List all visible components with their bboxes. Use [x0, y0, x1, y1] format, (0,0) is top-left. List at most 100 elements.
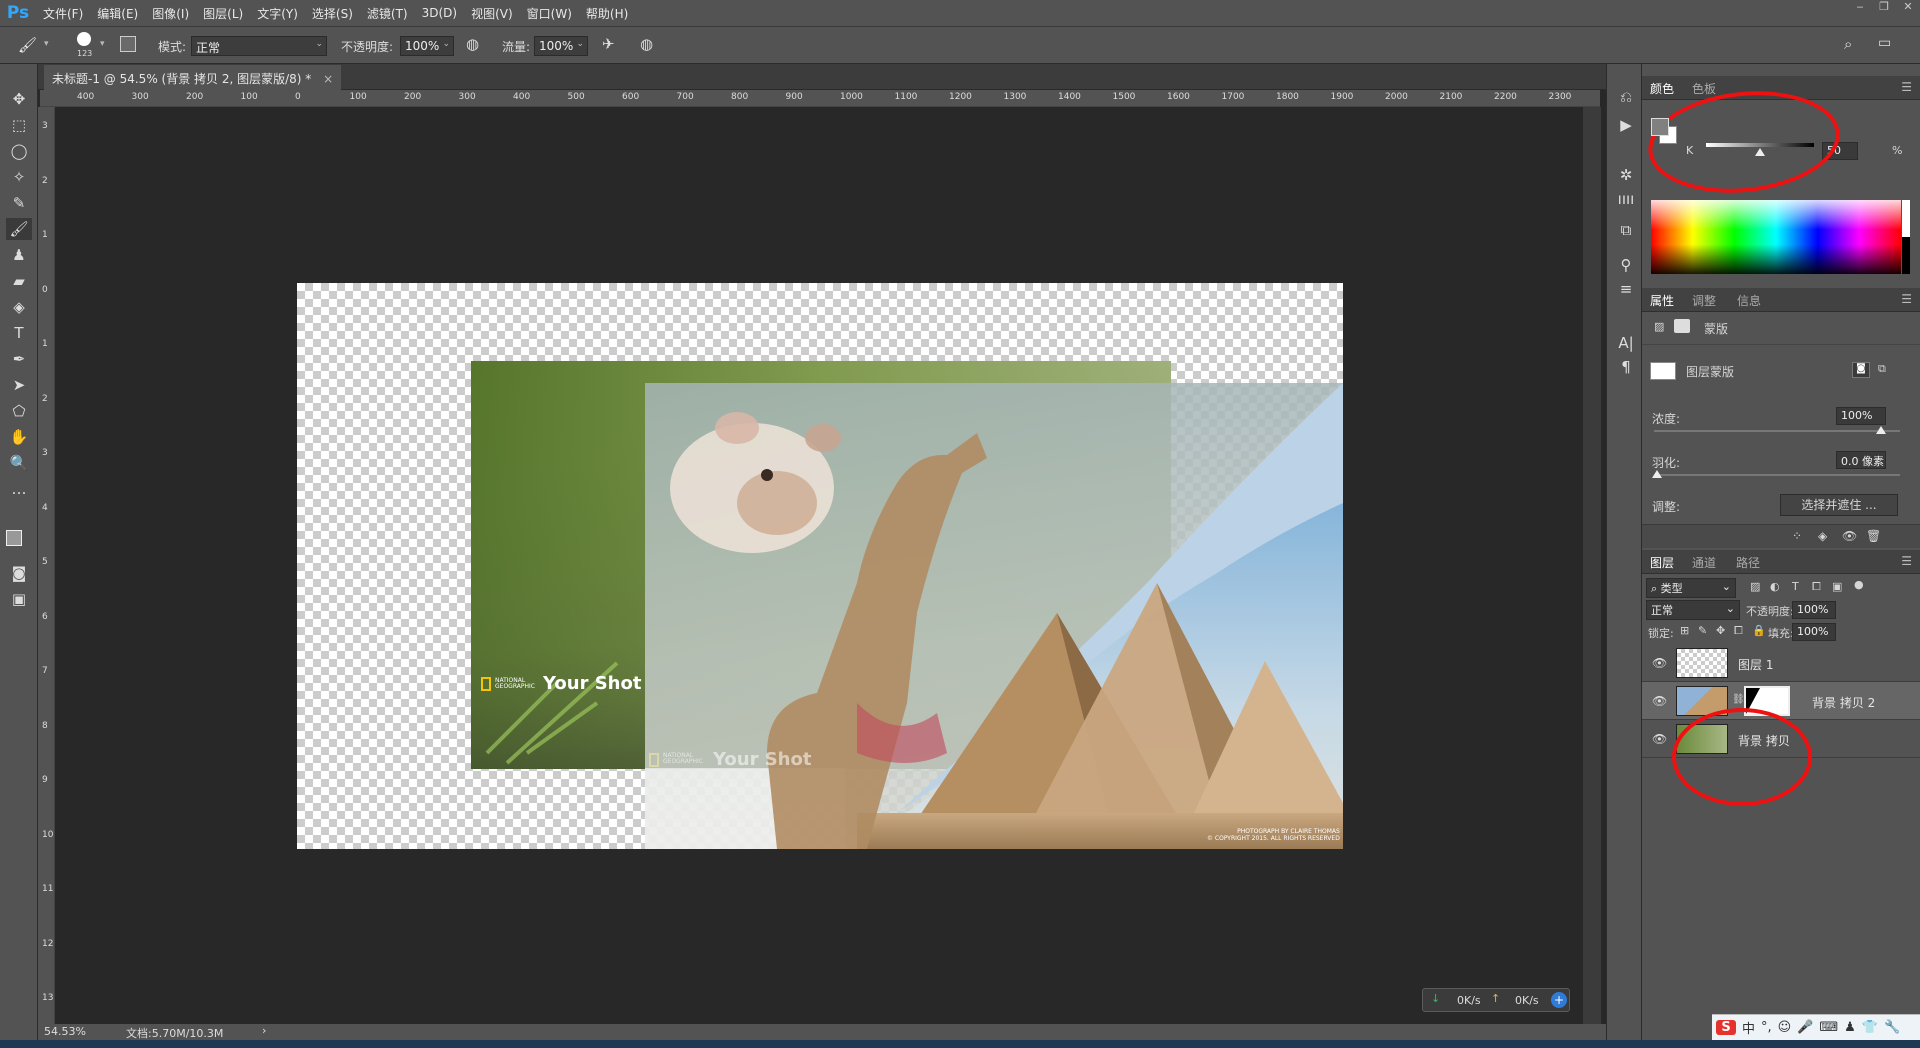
- density-input[interactable]: 100%: [1836, 407, 1886, 425]
- pressure-opacity-icon[interactable]: ◍: [466, 35, 479, 53]
- close-window-button[interactable]: ✕: [1896, 0, 1920, 20]
- tools-icon[interactable]: 🔧: [1884, 1020, 1900, 1035]
- select-and-mask-button[interactable]: 选择并遮住 ...: [1780, 494, 1898, 516]
- minimize-button[interactable]: ‒: [1848, 0, 1872, 20]
- lasso-tool-icon[interactable]: ◯: [6, 140, 32, 162]
- menu-edit[interactable]: 编辑(E): [90, 5, 145, 22]
- quick-mask-icon[interactable]: ◙: [6, 562, 32, 584]
- lock-artboard-icon[interactable]: ⧠: [1734, 624, 1743, 638]
- actions-play-icon[interactable]: ▶: [1615, 114, 1637, 136]
- workspace-icon[interactable]: ▭: [1878, 35, 1891, 51]
- chevron-down-icon[interactable]: ▾: [44, 39, 49, 49]
- tab-layers[interactable]: 图层: [1650, 554, 1674, 571]
- panel-menu-icon[interactable]: ☰: [1901, 554, 1912, 568]
- layer-row[interactable]: 👁 图层 1: [1642, 644, 1920, 682]
- menu-filter[interactable]: 滤镜(T): [360, 5, 415, 22]
- document-tab[interactable]: 未标题-1 @ 54.5% (背景 拷贝 2, 图层蒙版/8) * ×: [44, 65, 342, 90]
- link-chain-icon[interactable]: ⛓: [1732, 694, 1745, 705]
- sogou-logo[interactable]: S: [1716, 1020, 1736, 1035]
- black-white-ramp[interactable]: [1902, 200, 1910, 274]
- color-spectrum[interactable]: [1651, 200, 1901, 274]
- clone-stamp-tool-icon[interactable]: ♟: [6, 244, 32, 266]
- mode-dropdown[interactable]: 正常 ⌄: [191, 36, 327, 56]
- type-tool-icon[interactable]: T: [6, 322, 32, 344]
- tab-adjustments[interactable]: 调整: [1692, 292, 1716, 309]
- shape-tool-icon[interactable]: ⬠: [6, 400, 32, 422]
- brush-icon[interactable]: 🖌: [18, 36, 37, 54]
- lock-pixels-icon[interactable]: ✎: [1698, 624, 1707, 637]
- visibility-eye-icon[interactable]: 👁: [1652, 732, 1667, 746]
- apply-mask-icon[interactable]: ◈: [1818, 529, 1827, 543]
- lock-all-icon[interactable]: 🔒: [1752, 624, 1766, 637]
- visibility-eye-icon[interactable]: 👁: [1652, 656, 1667, 670]
- menu-3d[interactable]: 3D(D): [415, 6, 464, 20]
- lock-transparent-icon[interactable]: ⊞: [1680, 624, 1689, 637]
- layer-opacity-input[interactable]: 100%: [1792, 601, 1836, 619]
- layer-name[interactable]: 背景 拷贝 2: [1812, 694, 1875, 711]
- emoji-icon[interactable]: ☺: [1778, 1020, 1792, 1035]
- menu-window[interactable]: 窗口(W): [520, 5, 579, 22]
- skin-icon[interactable]: 👕: [1862, 1020, 1878, 1035]
- brush-settings-panel-icon[interactable]: ✲: [1615, 164, 1637, 186]
- plus-icon[interactable]: +: [1551, 992, 1567, 1008]
- density-slider[interactable]: [1654, 430, 1900, 432]
- airbrush-icon[interactable]: ✈: [602, 35, 615, 53]
- menu-help[interactable]: 帮助(H): [579, 5, 635, 22]
- brush-settings-icon[interactable]: [120, 36, 136, 52]
- density-slider-thumb[interactable]: [1876, 426, 1886, 434]
- zoom-level[interactable]: 54.53%: [44, 1025, 86, 1038]
- eraser-tool-icon[interactable]: ▰: [6, 270, 32, 292]
- flow-input[interactable]: 100% ⌄: [534, 36, 588, 56]
- vector-mask-icon[interactable]: [1674, 319, 1690, 333]
- menu-type[interactable]: 文字(Y): [250, 5, 305, 22]
- feather-slider[interactable]: [1654, 474, 1900, 476]
- layer-row-selected[interactable]: 👁 ⛓ 背景 拷贝 2: [1642, 682, 1920, 720]
- microphone-icon[interactable]: 🎤: [1797, 1020, 1813, 1035]
- visibility-icon[interactable]: 👁: [1842, 529, 1857, 543]
- filter-pixel-icon[interactable]: ▨: [1750, 580, 1760, 593]
- ime-punctuation[interactable]: °,: [1761, 1020, 1772, 1035]
- status-menu-arrow-icon[interactable]: ›: [262, 1024, 266, 1037]
- eyedropper-tool-icon[interactable]: ✎: [6, 192, 32, 214]
- ime-language[interactable]: 中: [1742, 1018, 1755, 1037]
- menu-layer[interactable]: 图层(L): [196, 5, 250, 22]
- pressure-size-icon[interactable]: ◍: [640, 35, 653, 53]
- pixel-mask-icon[interactable]: ▨: [1654, 320, 1664, 333]
- color-foreground-swatch[interactable]: [1651, 118, 1669, 136]
- brush-tool-icon[interactable]: 🖌: [6, 218, 32, 240]
- menu-select[interactable]: 选择(S): [305, 5, 360, 22]
- menu-view[interactable]: 视图(V): [464, 5, 520, 22]
- tab-channels[interactable]: 通道: [1692, 554, 1716, 571]
- lock-position-icon[interactable]: ✥: [1716, 624, 1725, 637]
- keyboard-icon[interactable]: ⌨: [1819, 1020, 1838, 1035]
- filter-type-icon[interactable]: T: [1792, 580, 1799, 593]
- layer-name[interactable]: 图层 1: [1738, 656, 1773, 673]
- tab-color[interactable]: 颜色: [1650, 80, 1674, 97]
- menu-image[interactable]: 图像(I): [145, 5, 196, 22]
- path-select-tool-icon[interactable]: ➤: [6, 374, 32, 396]
- close-tab-icon[interactable]: ×: [323, 72, 333, 86]
- filter-shape-icon[interactable]: ⧠: [1812, 580, 1821, 594]
- brush-preview-icon[interactable]: [77, 32, 91, 46]
- visibility-eye-icon[interactable]: 👁: [1652, 694, 1667, 708]
- delete-mask-icon[interactable]: 🗑: [1866, 529, 1881, 543]
- paint-bucket-tool-icon[interactable]: ◈: [6, 296, 32, 318]
- tool-presets-icon[interactable]: ⚲: [1615, 254, 1637, 276]
- restore-button[interactable]: ❐: [1872, 0, 1896, 20]
- filter-toggle-icon[interactable]: ●: [1854, 578, 1864, 591]
- blend-mode-dropdown[interactable]: 正常 ⌄: [1646, 600, 1740, 620]
- history-icon[interactable]: ⎌: [1615, 86, 1637, 108]
- filter-adjustment-icon[interactable]: ◐: [1770, 580, 1780, 593]
- adjustments-sliders-icon[interactable]: ≡: [1615, 278, 1637, 300]
- menu-file[interactable]: 文件(F): [36, 5, 90, 22]
- tab-properties[interactable]: 属性: [1650, 292, 1674, 309]
- foreground-color-swatch[interactable]: [6, 530, 22, 546]
- document-canvas[interactable]: NATIONAL GEOGRAPHIC Your Shot NATIONAL G…: [297, 283, 1343, 849]
- brushes-panel-icon[interactable]: ıııı: [1615, 188, 1637, 210]
- pen-tool-icon[interactable]: ✒: [6, 348, 32, 370]
- search-icon[interactable]: ⌕: [1844, 35, 1852, 53]
- screen-mode-icon[interactable]: ▣: [6, 588, 32, 610]
- user-icon[interactable]: ♟: [1844, 1020, 1856, 1035]
- tab-info[interactable]: 信息: [1737, 292, 1761, 309]
- vertical-scrollbar[interactable]: [1583, 107, 1601, 1025]
